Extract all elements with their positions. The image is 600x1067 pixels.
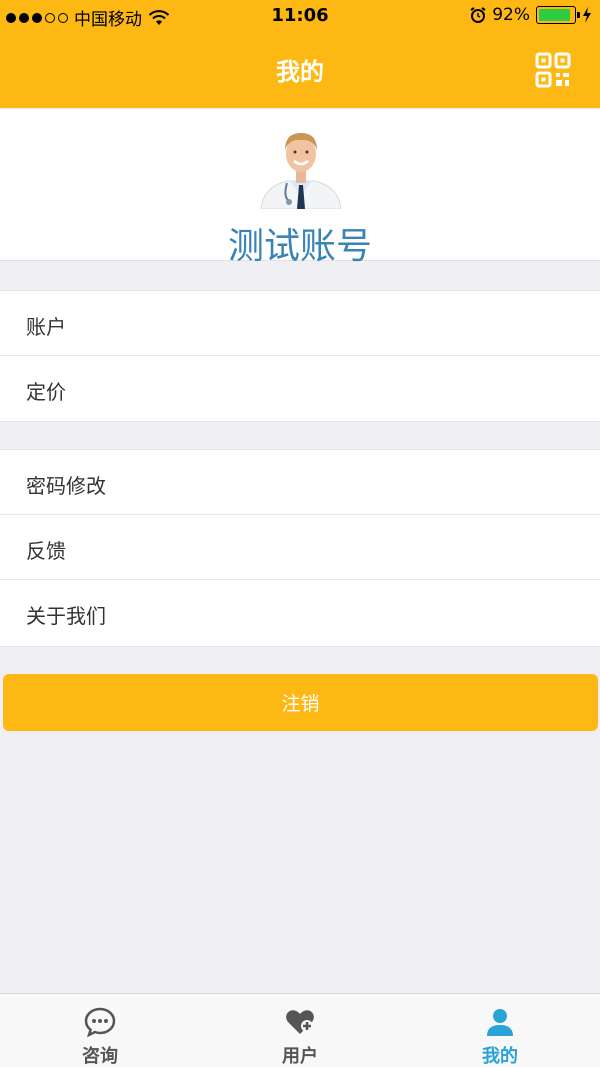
tab-consult[interactable]: 咨询 [0,994,200,1067]
menu-item-label: 密码修改 [26,474,106,498]
logout-button[interactable]: 注销 [3,674,598,731]
menu-group-settings: 密码修改 反馈 关于我们 [0,449,600,647]
tab-label: 我的 [482,1046,518,1067]
menu-item-label: 反馈 [26,539,66,563]
status-bar: 中国移动 11:06 92% [0,0,600,34]
battery-icon [536,6,580,24]
battery-percent: 92% [492,5,530,25]
tab-mine[interactable]: 我的 [400,994,600,1067]
tab-label: 咨询 [82,1046,118,1067]
tab-label: 用户 [282,1046,318,1067]
chat-bubble-icon [84,1007,116,1038]
menu-item-label: 关于我们 [26,604,106,628]
alarm-clock-icon [470,7,486,23]
menu-item-feedback[interactable]: 反馈 [0,515,600,580]
heart-plus-icon [286,1010,314,1034]
menu-item-label: 定价 [26,380,66,404]
tab-bar: 咨询 用户 我的 [0,993,600,1067]
header-bar: 中国移动 11:06 92% 我的 [0,0,600,108]
menu-item-pricing[interactable]: 定价 [0,356,600,421]
tab-users[interactable]: 用户 [200,994,400,1067]
qr-code-icon[interactable] [535,52,571,88]
person-icon [487,1009,513,1036]
menu-item-account[interactable]: 账户 [0,291,600,356]
charging-bolt-icon [583,7,591,23]
profile-card: 测试账号 [0,109,600,267]
doctor-avatar [260,133,342,209]
page-title: 我的 [276,58,324,86]
menu-item-label: 账户 [26,315,66,339]
menu-item-change-password[interactable]: 密码修改 [0,450,600,515]
menu-group-account: 账户 定价 [0,290,600,422]
menu-item-about-us[interactable]: 关于我们 [0,580,600,645]
account-name: 测试账号 [227,226,372,267]
